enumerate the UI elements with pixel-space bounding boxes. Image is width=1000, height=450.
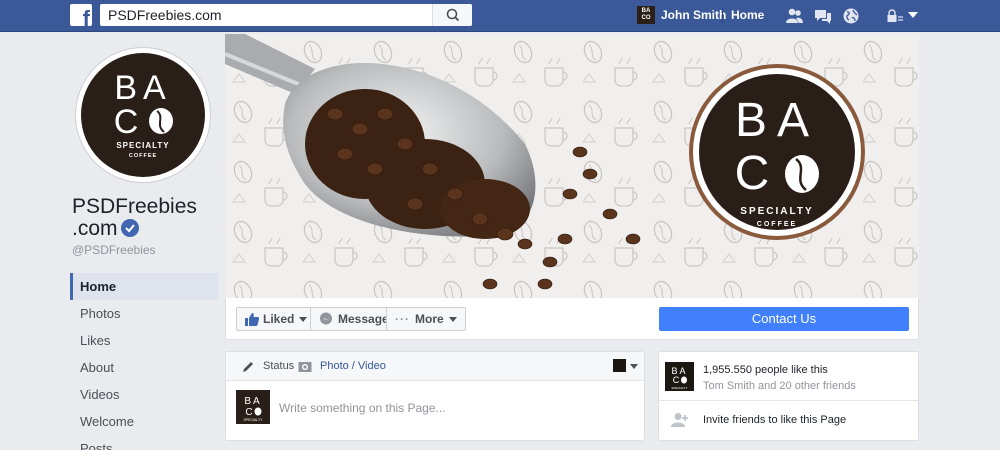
logo-letter-c: C [114, 103, 139, 141]
verified-badge-icon [120, 219, 139, 237]
sidebar-item-likes[interactable]: Likes [70, 327, 218, 354]
pencil-icon [243, 362, 253, 372]
sidebar-item-posts[interactable]: Posts [70, 435, 218, 450]
user-avatar: BA CO [637, 6, 655, 24]
contact-us-button[interactable]: Contact Us [659, 307, 909, 331]
divider [659, 400, 918, 401]
tab-photo-video[interactable]: Photo / Video [320, 360, 386, 372]
messages-icon[interactable] [813, 6, 833, 26]
svg-text:C: C [673, 375, 680, 385]
page-title-line2: .com [72, 217, 118, 240]
notifications-globe-icon[interactable] [841, 6, 861, 26]
more-button[interactable]: ··· More [386, 307, 466, 331]
profile-link[interactable]: BA CO John Smith [637, 5, 726, 25]
svg-text:SPECIALTY: SPECIALTY [244, 418, 264, 422]
svg-text:C: C [735, 147, 770, 200]
sidebar-item-photos[interactable]: Photos [70, 300, 218, 327]
post-as-chevron-down-icon[interactable] [630, 364, 638, 369]
sidebar-item-about[interactable]: About [70, 354, 218, 381]
page-sidebar-nav: Home Photos Likes About Videos Welcome P… [70, 273, 218, 450]
search-input[interactable] [100, 4, 430, 26]
svg-text:BA: BA [114, 69, 171, 107]
likes-summary-card: BA C SPECIALTY 1,955.550 people like this … [658, 351, 919, 441]
friends-who-like[interactable]: Tom Smith and 20 other friends [703, 380, 856, 392]
home-link[interactable]: Home [731, 8, 764, 22]
page-username[interactable]: @PSDFreebies [72, 243, 156, 257]
more-dots-icon: ··· [395, 312, 410, 326]
friend-requests-icon[interactable] [784, 6, 804, 26]
privacy-shortcuts-icon[interactable] [887, 9, 903, 23]
page-title[interactable]: PSDFreebies .com [72, 196, 222, 240]
liked-button[interactable]: Liked [236, 307, 317, 331]
sidebar-item-welcome[interactable]: Welcome [70, 408, 218, 435]
invite-friends-link[interactable]: Invite friends to like this Page [703, 414, 846, 426]
add-friend-icon [671, 413, 688, 427]
post-composer: Status Photo / Video BA C SPECIALTY Write … [225, 351, 645, 441]
page-avatar-small: BA C SPECIALTY [665, 362, 694, 391]
user-name: John Smith [661, 8, 727, 22]
message-button[interactable]: Message [310, 307, 398, 331]
camera-icon [298, 362, 312, 372]
sidebar-item-home[interactable]: Home [70, 273, 218, 300]
liked-label: Liked [263, 312, 295, 326]
svg-text:COFFEE: COFFEE [757, 221, 797, 228]
svg-text:BA: BA [244, 396, 261, 407]
page-title-line1: PSDFreebies [72, 195, 197, 218]
search-icon [446, 8, 460, 22]
post-as-avatar[interactable] [613, 359, 626, 372]
page-action-bar: Liked Message ··· More Contact Us [225, 298, 919, 340]
liked-chevron-down-icon [299, 316, 308, 322]
nav-divider [722, 8, 723, 24]
facebook-logo-icon[interactable]: f [70, 4, 92, 26]
likes-count[interactable]: 1,955.550 people like this [703, 364, 828, 376]
cover-photo-image: BA C SPECIALTY COFFEE [225, 34, 919, 298]
composer-tabs: Status Photo / Video [226, 352, 644, 381]
account-menu-chevron-down-icon[interactable] [908, 12, 918, 18]
svg-text:SPECIALTY: SPECIALTY [740, 206, 813, 217]
svg-text:SPECIALTY: SPECIALTY [116, 141, 169, 150]
svg-text:BA: BA [735, 94, 819, 147]
search-button[interactable] [432, 4, 472, 26]
composer-avatar: BA C SPECIALTY [236, 390, 270, 424]
svg-text:C: C [245, 407, 252, 418]
svg-text:SPECIALTY: SPECIALTY [671, 386, 687, 390]
more-label: More [415, 312, 444, 326]
message-label: Message [338, 312, 389, 326]
composer-input[interactable]: Write something on this Page... [279, 401, 446, 415]
top-navigation-bar: f BACO John Smith Home [0, 0, 1000, 32]
page-profile-picture[interactable]: BA C SPECIALTY COFFEE [76, 48, 210, 182]
more-chevron-down-icon [448, 316, 457, 322]
sidebar-item-videos[interactable]: Videos [70, 381, 218, 408]
baco-logo: BA C SPECIALTY COFFEE [81, 53, 205, 177]
svg-text:COFFEE: COFFEE [129, 153, 157, 159]
messenger-icon [320, 312, 332, 325]
thumbs-up-icon [245, 312, 259, 326]
search-box [100, 4, 472, 26]
tab-status[interactable]: Status [263, 360, 294, 372]
cover-photo[interactable]: BA C SPECIALTY COFFEE [225, 34, 919, 298]
baco-logo-graphic: BA C SPECIALTY COFFEE [114, 69, 173, 159]
